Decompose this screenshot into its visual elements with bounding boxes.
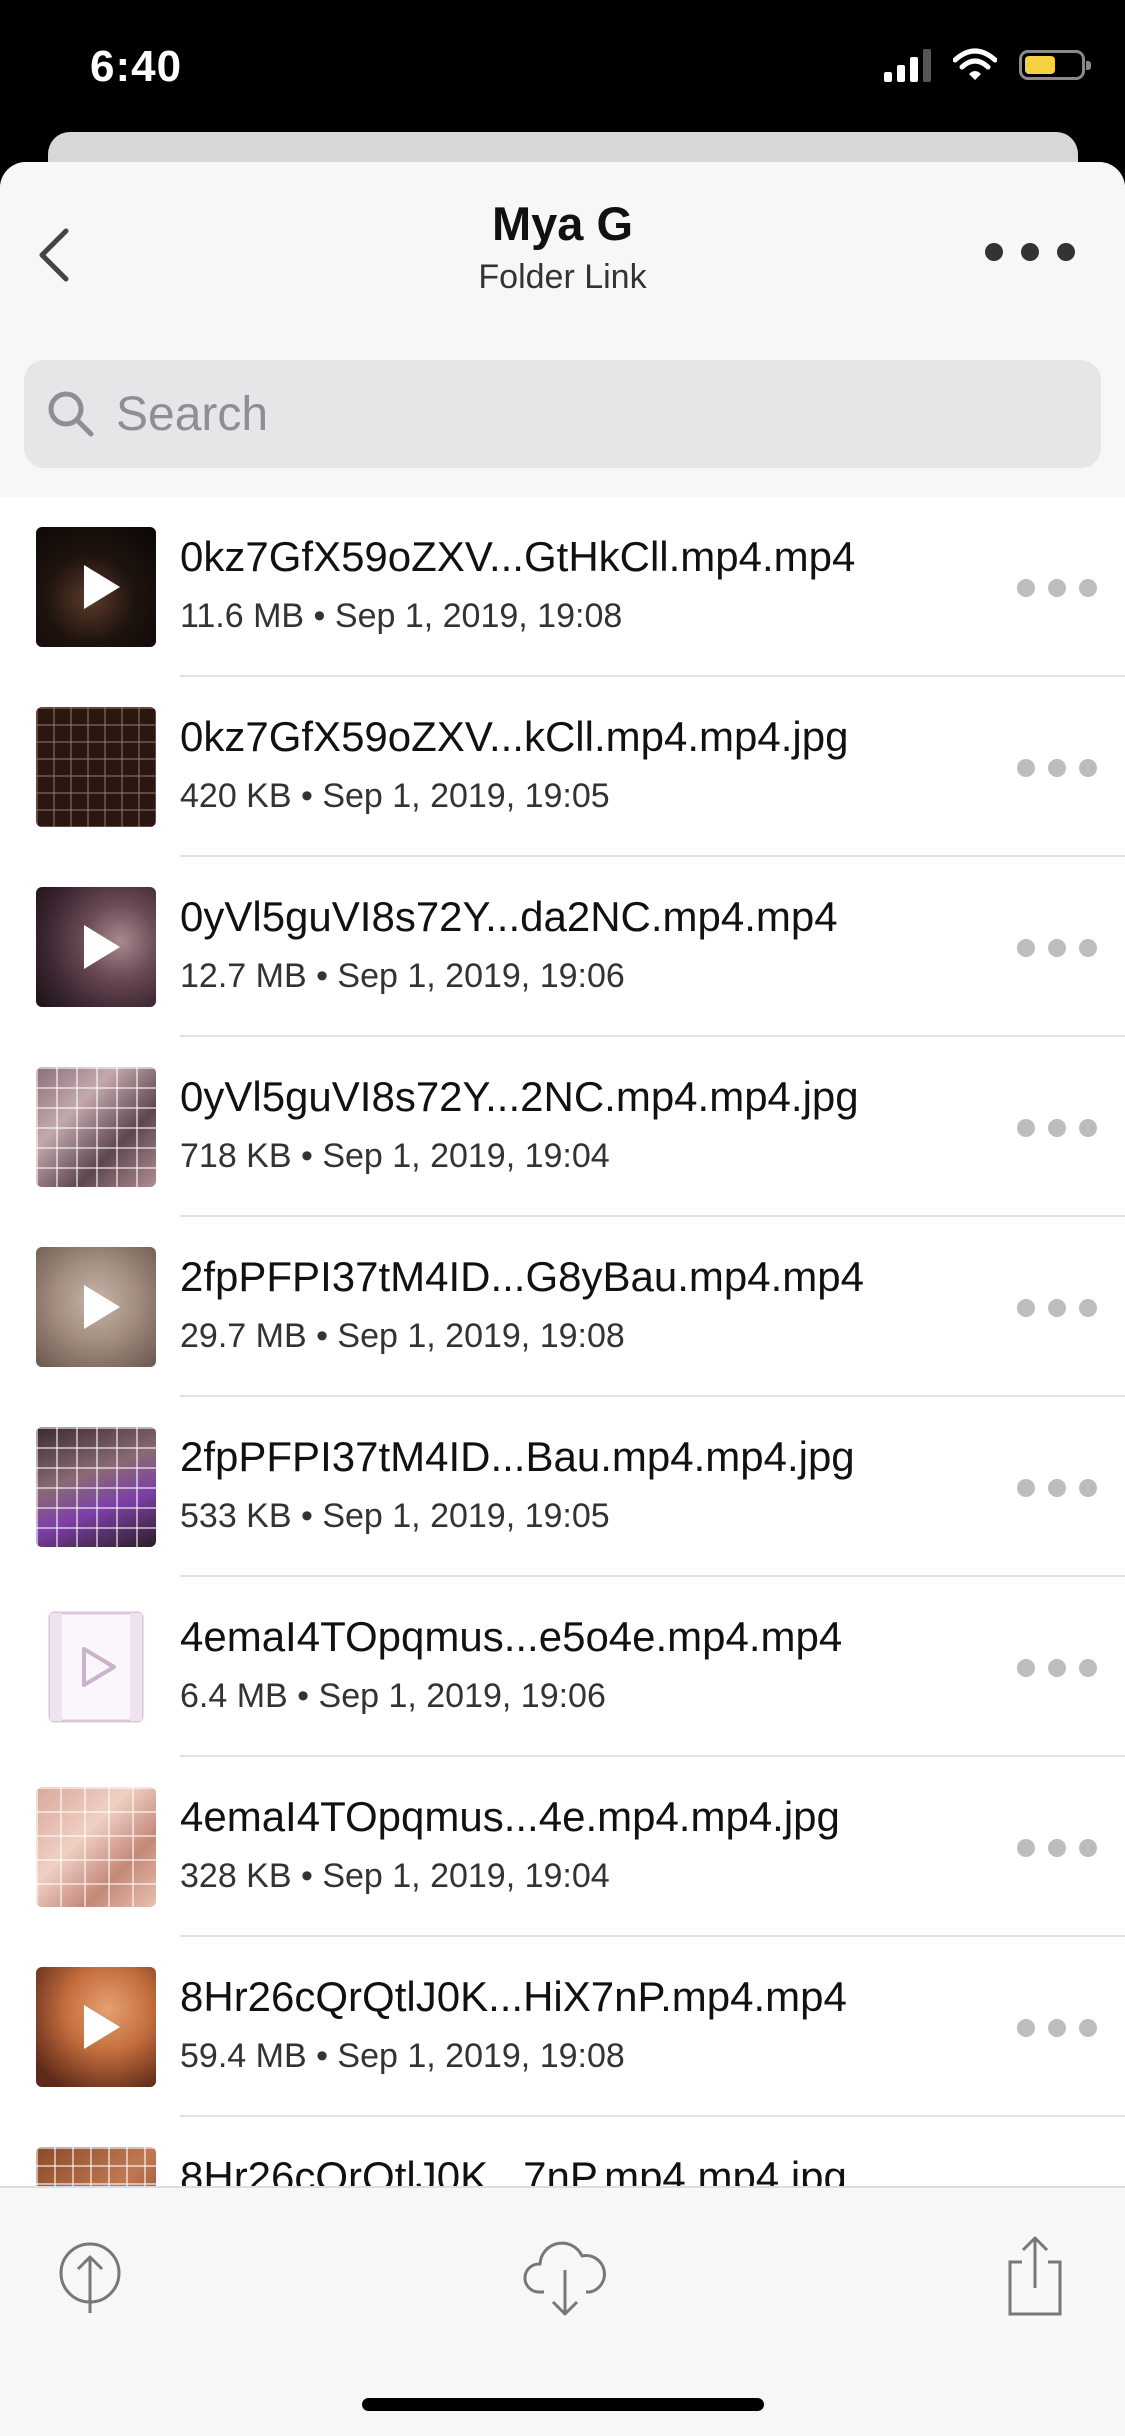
- cellular-signal-icon: [884, 48, 931, 82]
- file-row[interactable]: 0yVl5guVI8s72Y...2NC.mp4.mp4.jpg 718 KB …: [0, 1037, 1125, 1217]
- image-thumbnail: [36, 1067, 156, 1187]
- row-more-button[interactable]: [1017, 1833, 1097, 1863]
- file-row[interactable]: 2fpPFPI37tM4ID...G8yBau.mp4.mp4 29.7 MB …: [0, 1217, 1125, 1397]
- file-row[interactable]: 4emaI4TOpqmus...4e.mp4.mp4.jpg 328 KB • …: [0, 1757, 1125, 1937]
- status-icons: [884, 48, 1091, 82]
- video-thumbnail: [36, 887, 156, 1007]
- video-file-icon: [36, 1607, 156, 1727]
- image-thumbnail: [36, 1427, 156, 1547]
- sheet-header: Mya G Folder Link: [0, 162, 1125, 497]
- file-meta: 420 KB • Sep 1, 2019, 19:05: [180, 777, 610, 815]
- more-horizontal-icon: [985, 243, 1003, 261]
- row-more-button[interactable]: [1017, 1473, 1097, 1503]
- file-meta: 59.4 MB • Sep 1, 2019, 19:08: [180, 2037, 625, 2075]
- row-more-button[interactable]: [1017, 753, 1097, 783]
- file-name: 0yVl5guVI8s72Y...da2NC.mp4.mp4: [180, 893, 838, 940]
- video-thumbnail: [36, 527, 156, 647]
- row-more-button[interactable]: [1017, 1293, 1097, 1323]
- file-meta: 29.7 MB • Sep 1, 2019, 19:08: [180, 1317, 625, 1355]
- file-meta: 11.6 MB • Sep 1, 2019, 19:08: [180, 597, 623, 635]
- file-row[interactable]: 4emaI4TOpqmus...e5o4e.mp4.mp4 6.4 MB • S…: [0, 1577, 1125, 1757]
- search-input[interactable]: [114, 385, 1018, 443]
- more-options-button[interactable]: [985, 232, 1075, 272]
- file-row[interactable]: 8Hr26cQrQtlJ0K...HiX7nP.mp4.mp4 59.4 MB …: [0, 1937, 1125, 2117]
- row-more-button[interactable]: [1017, 1113, 1097, 1143]
- status-time: 6:40: [90, 42, 183, 91]
- download-button[interactable]: [520, 2230, 610, 2320]
- file-name: 8Hr26cQrQtlJ0K...HiX7nP.mp4.mp4: [180, 1973, 847, 2020]
- file-name: 4emaI4TOpqmus...e5o4e.mp4.mp4: [180, 1613, 843, 1660]
- file-meta: 533 KB • Sep 1, 2019, 19:05: [180, 1497, 610, 1535]
- search-bar[interactable]: [24, 360, 1101, 468]
- play-icon: [84, 925, 120, 969]
- cloud-download-icon: [523, 2241, 606, 2316]
- file-meta: 718 KB • Sep 1, 2019, 19:04: [180, 1137, 610, 1175]
- home-indicator: [362, 2398, 764, 2411]
- row-more-button[interactable]: [1017, 1653, 1097, 1683]
- image-thumbnail: [36, 1787, 156, 1907]
- image-thumbnail: [36, 707, 156, 827]
- search-icon: [48, 391, 94, 437]
- folder-sheet: Mya G Folder Link 0kz7GfX59oZXV...GtHkCl…: [0, 162, 1125, 2436]
- battery-icon: [1019, 50, 1091, 80]
- share-icon: [1008, 2236, 1062, 2316]
- row-more-button[interactable]: [1017, 573, 1097, 603]
- page-subtitle: Folder Link: [478, 258, 647, 296]
- row-more-button[interactable]: [1017, 2013, 1097, 2043]
- page-title: Mya G: [491, 197, 634, 250]
- file-name: 0yVl5guVI8s72Y...2NC.mp4.mp4.jpg: [180, 1073, 859, 1120]
- file-meta: 12.7 MB • Sep 1, 2019, 19:06: [180, 957, 625, 995]
- file-meta: 6.4 MB • Sep 1, 2019, 19:06: [180, 1677, 606, 1715]
- file-row[interactable]: 0kz7GfX59oZXV...kCll.mp4.mp4.jpg 420 KB …: [0, 677, 1125, 857]
- video-thumbnail: [36, 1967, 156, 2087]
- play-icon: [84, 1285, 120, 1329]
- row-more-button[interactable]: [1017, 933, 1097, 963]
- wifi-icon: [953, 48, 997, 80]
- file-row[interactable]: 2fpPFPI37tM4ID...Bau.mp4.mp4.jpg 533 KB …: [0, 1397, 1125, 1577]
- file-meta: 328 KB • Sep 1, 2019, 19:04: [180, 1857, 610, 1895]
- share-button[interactable]: [995, 2230, 1075, 2320]
- play-icon: [84, 2005, 120, 2049]
- upload-button[interactable]: [50, 2230, 130, 2320]
- file-row[interactable]: 0yVl5guVI8s72Y...da2NC.mp4.mp4 12.7 MB •…: [0, 857, 1125, 1037]
- file-name: 0kz7GfX59oZXV...GtHkCll.mp4.mp4: [180, 533, 856, 580]
- file-name: 2fpPFPI37tM4ID...Bau.mp4.mp4.jpg: [180, 1433, 855, 1480]
- upload-icon: [59, 2242, 121, 2313]
- video-thumbnail: [36, 1247, 156, 1367]
- file-name: 4emaI4TOpqmus...4e.mp4.mp4.jpg: [180, 1793, 840, 1840]
- file-name: 2fpPFPI37tM4ID...G8yBau.mp4.mp4: [180, 1253, 864, 1300]
- file-list: 0kz7GfX59oZXV...GtHkCll.mp4.mp4 11.6 MB …: [0, 497, 1125, 2297]
- play-icon: [84, 565, 120, 609]
- file-name: 0kz7GfX59oZXV...kCll.mp4.mp4.jpg: [180, 713, 849, 760]
- file-row[interactable]: 0kz7GfX59oZXV...GtHkCll.mp4.mp4 11.6 MB …: [0, 497, 1125, 677]
- status-bar: 6:40: [0, 0, 1125, 135]
